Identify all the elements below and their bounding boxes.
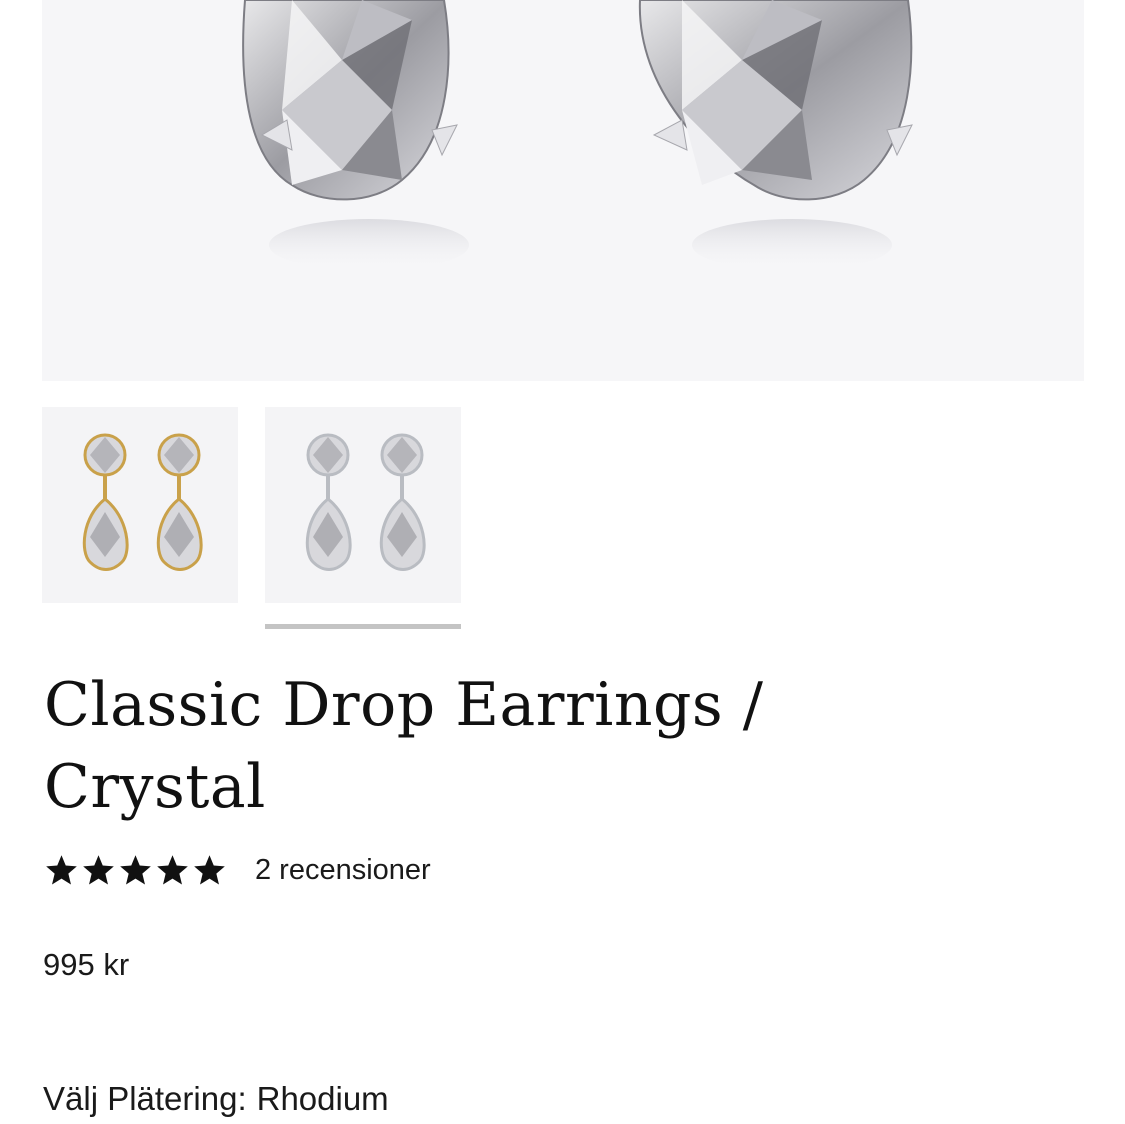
- star-rating: [44, 853, 227, 888]
- selected-thumbnail-indicator: [265, 624, 461, 629]
- star-icon: [120, 854, 151, 884]
- plating-value: Rhodium: [256, 1080, 389, 1117]
- main-product-image[interactable]: [42, 0, 1084, 381]
- crystal-earrings-closeup-icon: [242, 0, 913, 271]
- star-icon: [194, 854, 225, 884]
- rhodium-drop-earrings-thumbnail-icon: [305, 433, 426, 571]
- star-icon: [83, 854, 114, 884]
- product-price: 995 kr: [43, 947, 130, 982]
- product-title: Classic Drop Earrings / Crystal: [44, 670, 764, 822]
- plating-selector: Välj Plätering: Rhodium: [43, 1080, 389, 1118]
- plating-label: Välj Plätering:: [43, 1080, 247, 1117]
- thumbnail-rhodium[interactable]: [265, 407, 461, 603]
- gold-drop-earrings-thumbnail-icon: [82, 433, 203, 571]
- product-rating: 2 recensioner: [44, 848, 431, 892]
- star-icon: [46, 854, 77, 884]
- thumbnail-gold[interactable]: [42, 407, 238, 603]
- star-icon: [157, 854, 188, 884]
- reviews-link[interactable]: 2 recensioner: [255, 854, 431, 887]
